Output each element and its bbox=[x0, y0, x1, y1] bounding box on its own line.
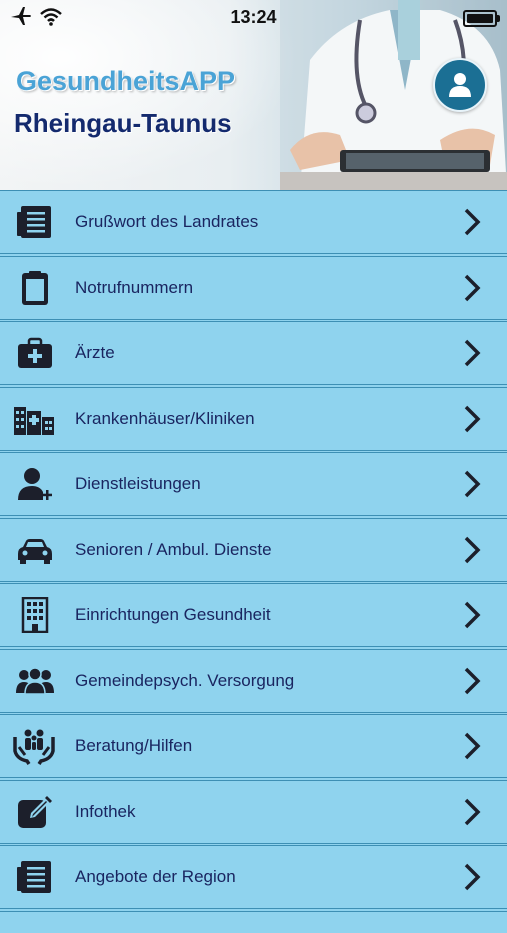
battery-icon bbox=[463, 10, 500, 27]
menu-item-label: Einrichtungen Gesundheit bbox=[75, 605, 271, 624]
building-icon bbox=[21, 597, 49, 633]
menu-item-gemeindepsych[interactable]: Gemeindepsych. Versorgung bbox=[0, 648, 507, 713]
hospital-buildings-icon bbox=[14, 406, 54, 435]
chevron-right-icon bbox=[464, 536, 481, 563]
menu-item-grusswort[interactable]: Grußwort des Landrates bbox=[0, 190, 507, 254]
chevron-right-icon bbox=[464, 274, 481, 301]
menu-item-label: Notrufnummern bbox=[75, 277, 194, 297]
document-list-icon bbox=[17, 206, 51, 238]
edit-icon bbox=[18, 795, 52, 828]
menu-item-label: Ärzte bbox=[75, 343, 115, 362]
main-menu: Grußwort des Landrates Notrufnummern Ärz… bbox=[0, 190, 507, 933]
menu-item-krankenhaeuser[interactable]: Krankenhäuser/Kliniken bbox=[0, 386, 507, 451]
clipboard-icon bbox=[22, 270, 48, 305]
menu-item-label: Dienstleistungen bbox=[75, 474, 201, 493]
chevron-right-icon bbox=[464, 208, 481, 236]
chevron-right-icon bbox=[464, 667, 481, 694]
chevron-right-icon bbox=[464, 863, 481, 891]
chevron-right-icon bbox=[464, 339, 481, 367]
car-icon bbox=[18, 538, 52, 564]
header-banner: 13:24 GesundheitsAPP Rheingau-Taunus bbox=[0, 0, 507, 190]
menu-item-notrufnummern[interactable]: Notrufnummern bbox=[0, 255, 507, 320]
menu-item-einrichtungen[interactable]: Einrichtungen Gesundheit bbox=[0, 583, 507, 647]
person-plus-icon bbox=[18, 468, 52, 500]
status-bar: 13:24 bbox=[0, 0, 507, 34]
menu-item-beratung[interactable]: Beratung/Hilfen bbox=[0, 714, 507, 778]
chevron-right-icon bbox=[464, 798, 481, 825]
chevron-right-icon bbox=[464, 405, 481, 432]
menu-item-label: Krankenhäuser/Kliniken bbox=[75, 408, 255, 428]
profile-button[interactable] bbox=[433, 58, 487, 112]
menu-item-label: Grußwort des Landrates bbox=[75, 212, 259, 231]
menu-item-label: Infothek bbox=[75, 801, 136, 821]
person-icon bbox=[449, 73, 471, 97]
menu-item-aerzte[interactable]: Ärzte bbox=[0, 321, 507, 385]
chevron-right-icon bbox=[464, 470, 481, 498]
chevron-right-icon bbox=[464, 732, 481, 760]
group-icon bbox=[16, 666, 54, 695]
menu-item-partial[interactable] bbox=[0, 910, 507, 932]
menu-item-label: Beratung/Hilfen bbox=[75, 736, 193, 755]
menu-item-label: Angebote der Region bbox=[75, 867, 236, 886]
app-title: GesundheitsAPP bbox=[16, 66, 236, 96]
app-subtitle: Rheingau-Taunus bbox=[14, 108, 232, 138]
menu-item-label: Gemeindepsych. Versorgung bbox=[75, 670, 295, 690]
menu-item-angebote[interactable]: Angebote der Region bbox=[0, 845, 507, 909]
family-hands-icon bbox=[13, 729, 55, 765]
medical-bag-icon bbox=[18, 337, 52, 368]
status-time: 13:24 bbox=[230, 7, 277, 27]
document-list-icon bbox=[17, 861, 51, 893]
chevron-right-icon bbox=[464, 601, 481, 629]
menu-item-dienstleistungen[interactable]: Dienstleistungen bbox=[0, 452, 507, 516]
menu-item-infothek[interactable]: Infothek bbox=[0, 779, 507, 844]
menu-item-senioren[interactable]: Senioren / Ambul. Dienste bbox=[0, 517, 507, 582]
menu-item-label: Senioren / Ambul. Dienste bbox=[75, 539, 272, 559]
